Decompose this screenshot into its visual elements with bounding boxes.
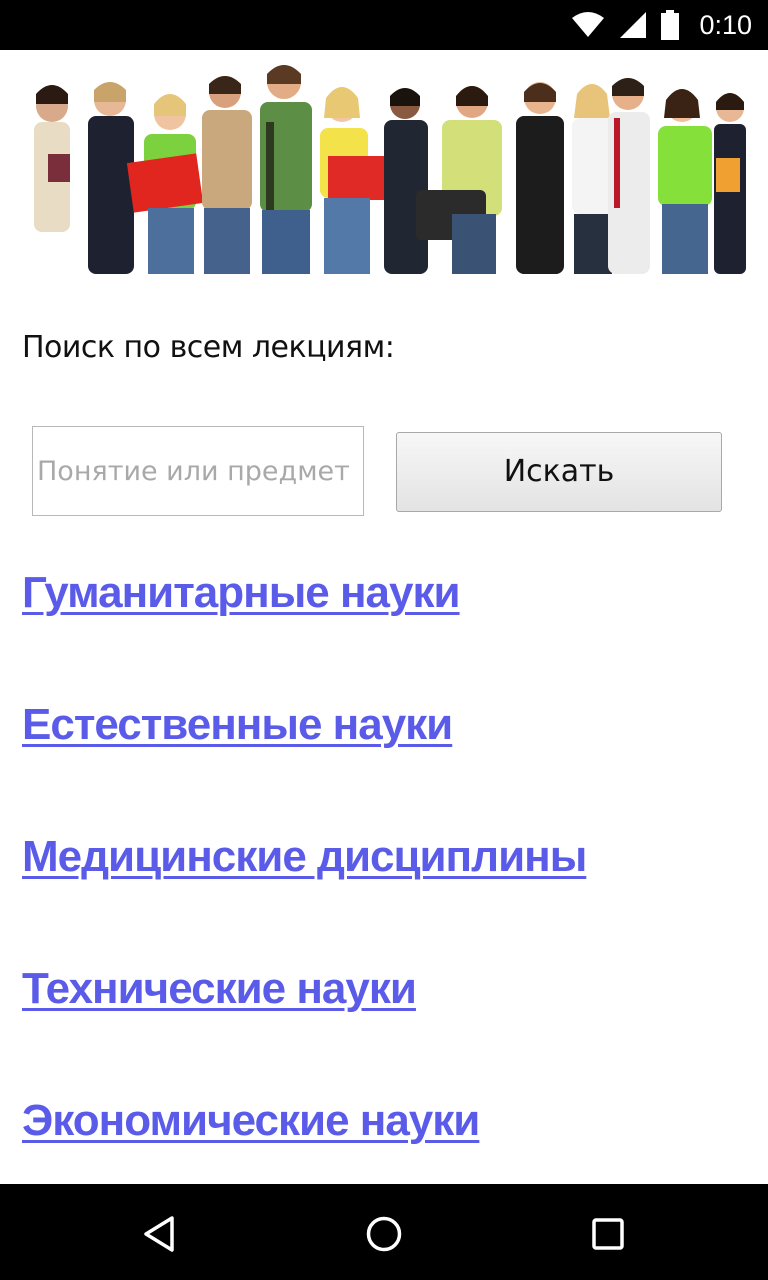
signal-icon [620,12,647,38]
category-link-economic-sciences[interactable]: Экономические науки [22,1096,480,1146]
home-icon[interactable] [364,1214,404,1254]
category-link-natural-sciences[interactable]: Естественные науки [22,700,453,750]
wifi-icon [572,12,605,37]
back-icon[interactable] [140,1214,180,1254]
navigation-bar [0,1184,768,1280]
page-content: Поиск по всем лекциям: Искать Гуманитарн… [0,50,768,1184]
search-label: Поиск по всем лекциям: [22,330,395,365]
category-link-medical-disciplines[interactable]: Медицинские дисциплины [22,832,587,882]
battery-icon [661,10,680,40]
search-input[interactable] [32,426,364,516]
category-link-humanities[interactable]: Гуманитарные науки [22,568,461,618]
recents-icon[interactable] [588,1214,628,1254]
search-button[interactable]: Искать [396,432,722,512]
students-banner-image [22,58,746,274]
status-time: 0:10 [699,9,752,40]
category-link-technical-sciences[interactable]: Технические науки [22,964,417,1014]
status-icons: 0:10 [571,0,752,50]
status-bar: 0:10 [0,0,768,50]
